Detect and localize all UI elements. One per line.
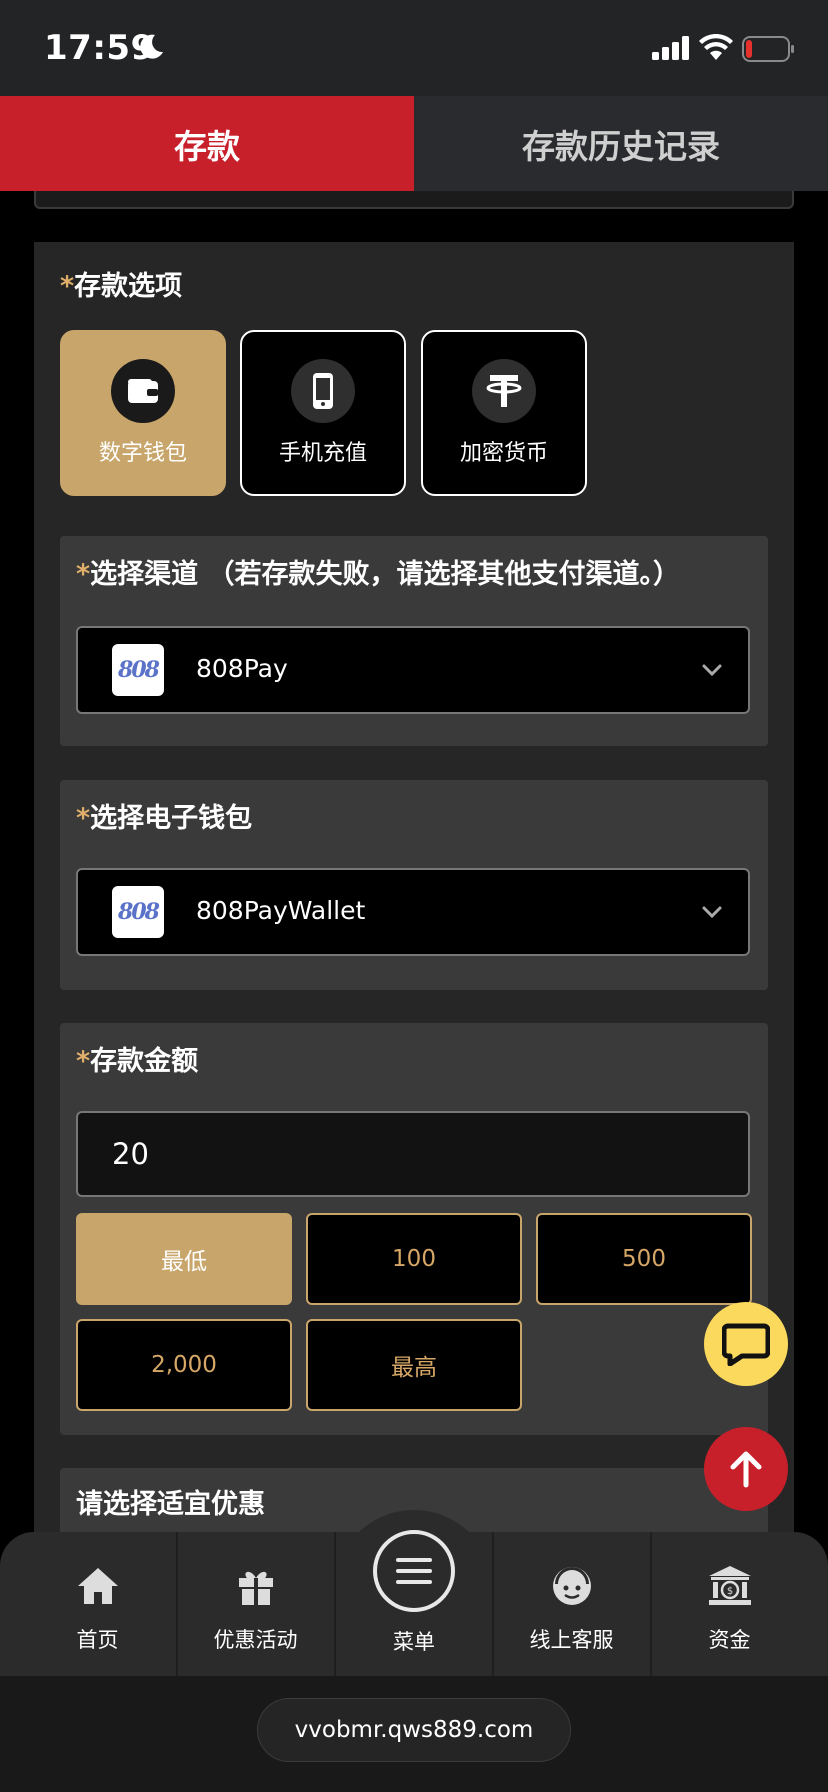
ewallet-select[interactable]: 808 808PayWallet bbox=[76, 868, 750, 956]
amount-input[interactable]: 20 bbox=[76, 1111, 750, 1197]
svg-text:$: $ bbox=[726, 1586, 732, 1597]
808pay-logo: 808 bbox=[112, 644, 164, 696]
amount-title: *存款金额 bbox=[76, 1046, 199, 1077]
nav-menu-label: 菜单 bbox=[393, 1630, 435, 1654]
chat-bubble-icon bbox=[722, 1323, 770, 1366]
menu-button[interactable] bbox=[373, 1530, 455, 1612]
channel-select[interactable]: 808 808Pay bbox=[76, 626, 750, 714]
method-mobile-topup[interactable]: 手机充值 bbox=[240, 330, 406, 496]
chevron-down-icon bbox=[702, 664, 722, 677]
deposit-options-title: *存款选项 bbox=[60, 271, 183, 302]
arrow-up-icon bbox=[730, 1451, 762, 1488]
menu-icon bbox=[396, 1558, 432, 1584]
cellular-signal-icon bbox=[652, 36, 689, 60]
tab-deposit-history[interactable]: 存款历史记录 bbox=[414, 96, 828, 191]
wifi-icon bbox=[699, 34, 733, 60]
nav-funds[interactable]: $ 资金 bbox=[651, 1532, 808, 1676]
method-crypto[interactable]: 加密货币 bbox=[421, 330, 587, 496]
previous-card-edge bbox=[34, 191, 794, 209]
channel-selected-value: 808Pay bbox=[196, 654, 288, 683]
amount-chip-2000[interactable]: 2,000 bbox=[76, 1319, 292, 1411]
method-digital-wallet[interactable]: 数字钱包 bbox=[60, 330, 226, 496]
phone-icon bbox=[291, 359, 355, 423]
battery-icon bbox=[742, 36, 794, 62]
amount-chip-100[interactable]: 100 bbox=[306, 1213, 522, 1305]
tether-icon bbox=[472, 359, 536, 423]
url-bar[interactable]: vvobmr.qws889.com bbox=[257, 1698, 571, 1762]
ewallet-title: *选择电子钱包 bbox=[76, 803, 253, 834]
gift-icon bbox=[232, 1562, 280, 1610]
ewallet-section: *选择电子钱包 808 808PayWallet bbox=[60, 780, 768, 990]
nav-home[interactable]: 首页 bbox=[19, 1532, 176, 1676]
deposit-tabs: 存款 存款历史记录 bbox=[0, 96, 828, 191]
support-agent-icon bbox=[548, 1562, 596, 1610]
browser-toolbar: vvobmr.qws889.com bbox=[0, 1676, 828, 1792]
nav-promotions[interactable]: 优惠活动 bbox=[177, 1532, 334, 1676]
amount-chip-max[interactable]: 最高 bbox=[306, 1319, 522, 1411]
amount-chip-min[interactable]: 最低 bbox=[76, 1213, 292, 1305]
nav-divider bbox=[334, 1532, 336, 1676]
tab-deposit[interactable]: 存款 bbox=[0, 96, 414, 191]
channel-title: *选择渠道 （若存款失败，请选择其他支付渠道。） bbox=[76, 559, 681, 590]
promo-title: 请选择适宜优惠 bbox=[76, 1489, 265, 1520]
home-icon bbox=[74, 1562, 122, 1610]
channel-section: *选择渠道 （若存款失败，请选择其他支付渠道。） 808 808Pay bbox=[60, 536, 768, 746]
amount-section: *存款金额 20 最低 100 500 2,000 最高 bbox=[60, 1023, 768, 1435]
moon-icon bbox=[140, 34, 163, 59]
wallet-icon bbox=[111, 359, 175, 423]
chevron-down-icon bbox=[702, 906, 722, 919]
808pay-logo: 808 bbox=[112, 886, 164, 938]
ewallet-selected-value: 808PayWallet bbox=[196, 896, 366, 925]
status-bar: 17:59 bbox=[0, 0, 828, 96]
live-chat-button[interactable] bbox=[704, 1302, 788, 1386]
scroll-to-top-button[interactable] bbox=[704, 1427, 788, 1511]
nav-live-support[interactable]: 线上客服 bbox=[493, 1532, 650, 1676]
amount-chip-500[interactable]: 500 bbox=[536, 1213, 752, 1305]
bank-icon: $ bbox=[706, 1562, 754, 1610]
